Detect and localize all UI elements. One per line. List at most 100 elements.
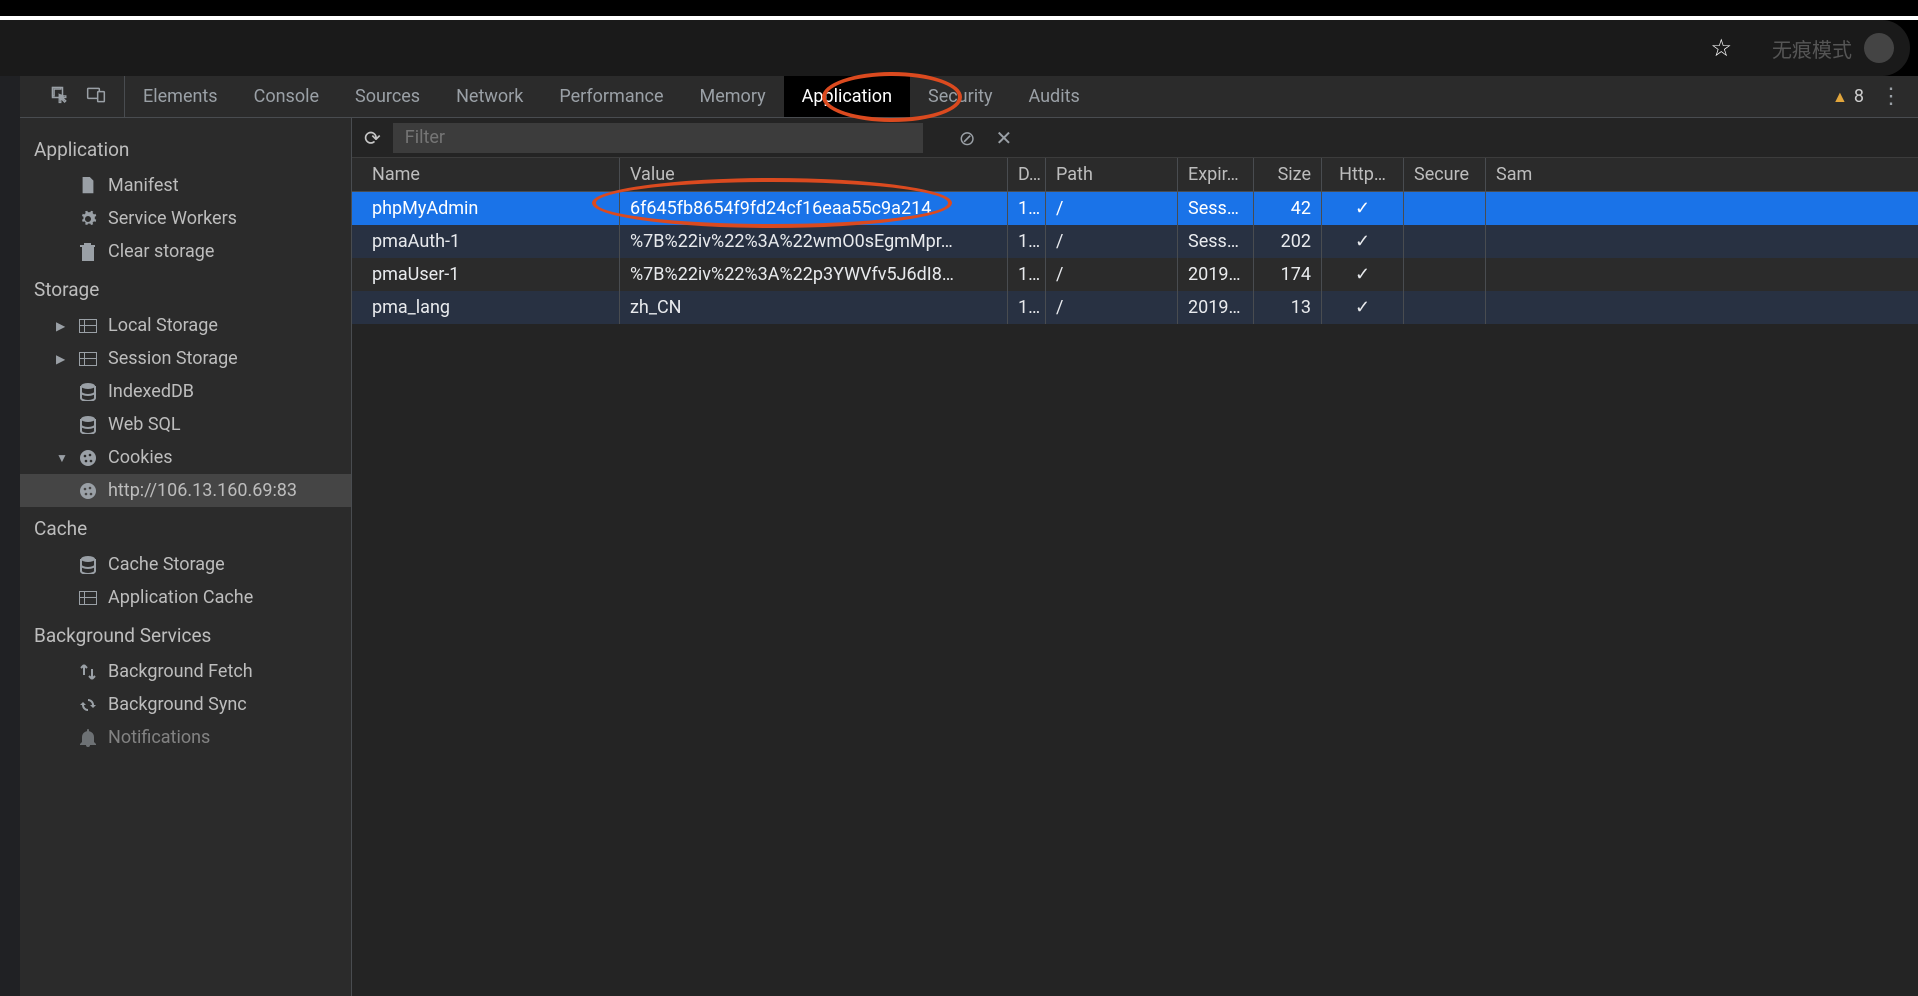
sidebar-item-notifications[interactable]: Notifications xyxy=(20,721,351,754)
application-sidebar: Application Manifest Service Workers Cle… xyxy=(20,118,352,996)
more-menu-icon[interactable]: ⋮ xyxy=(1880,84,1902,109)
td-domain: 1… xyxy=(1008,258,1046,291)
td-value: 6f645fb8654f9fd24cf16eaa55c9a214 xyxy=(620,192,1008,225)
section-cache: Cache xyxy=(20,507,351,548)
sidebar-item-local-storage[interactable]: ▶ Local Storage xyxy=(20,309,351,342)
table-row[interactable]: pma_lang zh_CN 1… / 2019… 13 ✓ xyxy=(352,291,1918,324)
th-value[interactable]: Value xyxy=(620,158,1008,191)
delete-selected-icon[interactable]: ✕ xyxy=(996,126,1013,150)
td-http: ✓ xyxy=(1322,225,1404,258)
cookie-origin-label: http://106.13.160.69:83 xyxy=(108,480,297,501)
table-icon xyxy=(78,319,98,333)
clear-all-icon[interactable]: ⊘ xyxy=(959,126,976,150)
th-path[interactable]: Path xyxy=(1046,158,1178,191)
th-name[interactable]: Name xyxy=(352,158,620,191)
td-path: / xyxy=(1046,258,1178,291)
cookies-label: Cookies xyxy=(108,447,173,468)
sidebar-item-clear-storage[interactable]: Clear storage xyxy=(20,235,351,268)
tab-right-group: ▲ 8 ⋮ xyxy=(1832,84,1918,109)
sidebar-item-indexeddb[interactable]: IndexedDB xyxy=(20,375,351,408)
device-toggle-icon[interactable] xyxy=(86,85,106,109)
td-name: phpMyAdmin xyxy=(352,192,620,225)
sidebar-item-websql[interactable]: Web SQL xyxy=(20,408,351,441)
td-path: / xyxy=(1046,192,1178,225)
table-row[interactable]: pmaAuth-1 %7B%22iv%22%3A%22wmO0sEgmMpr… … xyxy=(352,225,1918,258)
inspect-element-icon[interactable] xyxy=(50,85,70,109)
sidebar-item-cookies[interactable]: ▼ Cookies xyxy=(20,441,351,474)
sidebar-item-bg-fetch[interactable]: Background Fetch xyxy=(20,655,351,688)
cookie-icon xyxy=(78,482,98,500)
cookies-table: Name Value D.. Path Expir… Size Http… Se… xyxy=(352,158,1918,996)
sidebar-item-cache-storage[interactable]: Cache Storage xyxy=(20,548,351,581)
td-http: ✓ xyxy=(1322,258,1404,291)
td-expires: 2019… xyxy=(1178,258,1254,291)
sidebar-item-cookie-origin[interactable]: http://106.13.160.69:83 xyxy=(20,474,351,507)
tab-network[interactable]: Network xyxy=(438,76,541,117)
tab-security[interactable]: Security xyxy=(910,76,1010,117)
td-name: pmaUser-1 xyxy=(352,258,620,291)
local-storage-label: Local Storage xyxy=(108,315,218,336)
bookmark-star-icon[interactable]: ☆ xyxy=(1710,34,1732,62)
tab-application[interactable]: Application xyxy=(784,76,910,117)
th-secure[interactable]: Secure xyxy=(1404,158,1486,191)
td-domain: 1… xyxy=(1008,291,1046,324)
sidebar-item-session-storage[interactable]: ▶ Session Storage xyxy=(20,342,351,375)
tab-elements[interactable]: Elements xyxy=(125,76,236,117)
devtools-panel: Elements Console Sources Network Perform… xyxy=(20,76,1918,996)
td-expires: Sess… xyxy=(1178,192,1254,225)
th-size[interactable]: Size xyxy=(1254,158,1322,191)
refresh-icon[interactable]: ⟳ xyxy=(364,126,381,150)
tab-memory[interactable]: Memory xyxy=(682,76,784,117)
tab-sources[interactable]: Sources xyxy=(337,76,438,117)
section-bg-services: Background Services xyxy=(20,614,351,655)
file-icon xyxy=(78,177,98,195)
td-value: %7B%22iv%22%3A%22wmO0sEgmMpr… xyxy=(620,225,1008,258)
table-row[interactable]: phpMyAdmin 6f645fb8654f9fd24cf16eaa55c9a… xyxy=(352,192,1918,225)
sidebar-item-application-cache[interactable]: Application Cache xyxy=(20,581,351,614)
td-same xyxy=(1486,258,1546,291)
table-icon xyxy=(78,352,98,366)
table-row[interactable]: pmaUser-1 %7B%22iv%22%3A%22p3YWVfv5J6dI8… xyxy=(352,258,1918,291)
td-path: / xyxy=(1046,291,1178,324)
td-same xyxy=(1486,225,1546,258)
td-same xyxy=(1486,291,1546,324)
tab-performance[interactable]: Performance xyxy=(541,76,681,117)
th-samesite[interactable]: Sam xyxy=(1486,158,1546,191)
chevron-down-icon: ▼ xyxy=(56,451,68,465)
td-size: 202 xyxy=(1254,225,1322,258)
td-secure xyxy=(1404,225,1486,258)
sidebar-item-service-workers[interactable]: Service Workers xyxy=(20,202,351,235)
gear-icon xyxy=(78,210,98,228)
th-httponly[interactable]: Http… xyxy=(1322,158,1404,191)
table-header-row: Name Value D.. Path Expir… Size Http… Se… xyxy=(352,158,1918,192)
bell-icon xyxy=(78,729,98,747)
th-domain[interactable]: D.. xyxy=(1008,158,1046,191)
tab-icons-group xyxy=(32,76,125,117)
td-same xyxy=(1486,192,1546,225)
td-http: ✓ xyxy=(1322,192,1404,225)
td-expires: Sess… xyxy=(1178,225,1254,258)
td-secure xyxy=(1404,192,1486,225)
updown-arrows-icon xyxy=(78,663,98,681)
sidebar-item-bg-sync[interactable]: Background Sync xyxy=(20,688,351,721)
database-icon xyxy=(78,416,98,434)
tab-audits[interactable]: Audits xyxy=(1010,76,1097,117)
cache-storage-label: Cache Storage xyxy=(108,554,225,575)
td-http: ✓ xyxy=(1322,291,1404,324)
content-area: ⟳ ⊘ ✕ Name Value D.. Path Expir… Size Ht… xyxy=(352,118,1918,996)
clear-icons-group: ⊘ ✕ xyxy=(959,126,1013,150)
incognito-label: 无痕模式 xyxy=(1772,34,1852,63)
th-expires[interactable]: Expir… xyxy=(1178,158,1254,191)
incognito-icon[interactable] xyxy=(1864,33,1894,63)
tab-console[interactable]: Console xyxy=(236,76,337,117)
td-secure xyxy=(1404,291,1486,324)
warning-count: 8 xyxy=(1854,86,1864,107)
table-icon xyxy=(78,591,98,605)
sidebar-item-manifest[interactable]: Manifest xyxy=(20,169,351,202)
devtools-body: Application Manifest Service Workers Cle… xyxy=(20,118,1918,996)
database-icon xyxy=(78,556,98,574)
section-application: Application xyxy=(20,128,351,169)
sync-icon xyxy=(78,696,98,714)
filter-input[interactable] xyxy=(393,123,923,153)
warning-badge[interactable]: ▲ 8 xyxy=(1832,86,1864,107)
